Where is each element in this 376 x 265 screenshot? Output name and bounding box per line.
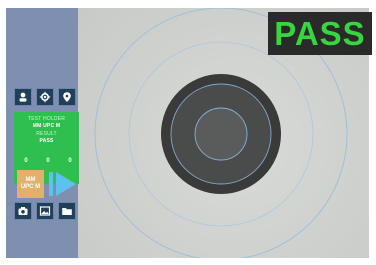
count-1: 0 [24, 158, 28, 164]
result-badge-text: PASS [274, 14, 366, 52]
result-value: PASS [39, 138, 54, 144]
count-2: 0 [46, 158, 50, 164]
folder-icon[interactable] [58, 202, 76, 220]
mode-line-2: UPC M [20, 184, 41, 190]
user-icon[interactable] [14, 88, 32, 106]
gear-icon[interactable] [36, 88, 54, 106]
location-pin-icon[interactable] [58, 88, 76, 106]
mode-line-1: MM [25, 177, 36, 183]
control-panel: TEST HOLDER MM UPC M RESULT PASS 0 0 0 M… [11, 88, 79, 224]
count-3: 0 [68, 158, 72, 164]
test-info-box: TEST HOLDER MM UPC M RESULT PASS 0 0 0 M… [14, 112, 79, 198]
run-test-button[interactable] [47, 170, 79, 198]
image-icon[interactable] [36, 202, 54, 220]
defect-counts: 0 0 0 [17, 158, 79, 168]
result-label: RESULT [36, 131, 57, 137]
test-value: MM UPC M [32, 123, 61, 129]
mode-button[interactable]: MM UPC M [17, 170, 44, 198]
result-badge: PASS [268, 12, 372, 55]
camera-icon[interactable] [14, 202, 32, 220]
fiber-core [194, 107, 248, 161]
test-label: TEST HOLDER [27, 116, 66, 122]
play-icon [49, 172, 76, 196]
